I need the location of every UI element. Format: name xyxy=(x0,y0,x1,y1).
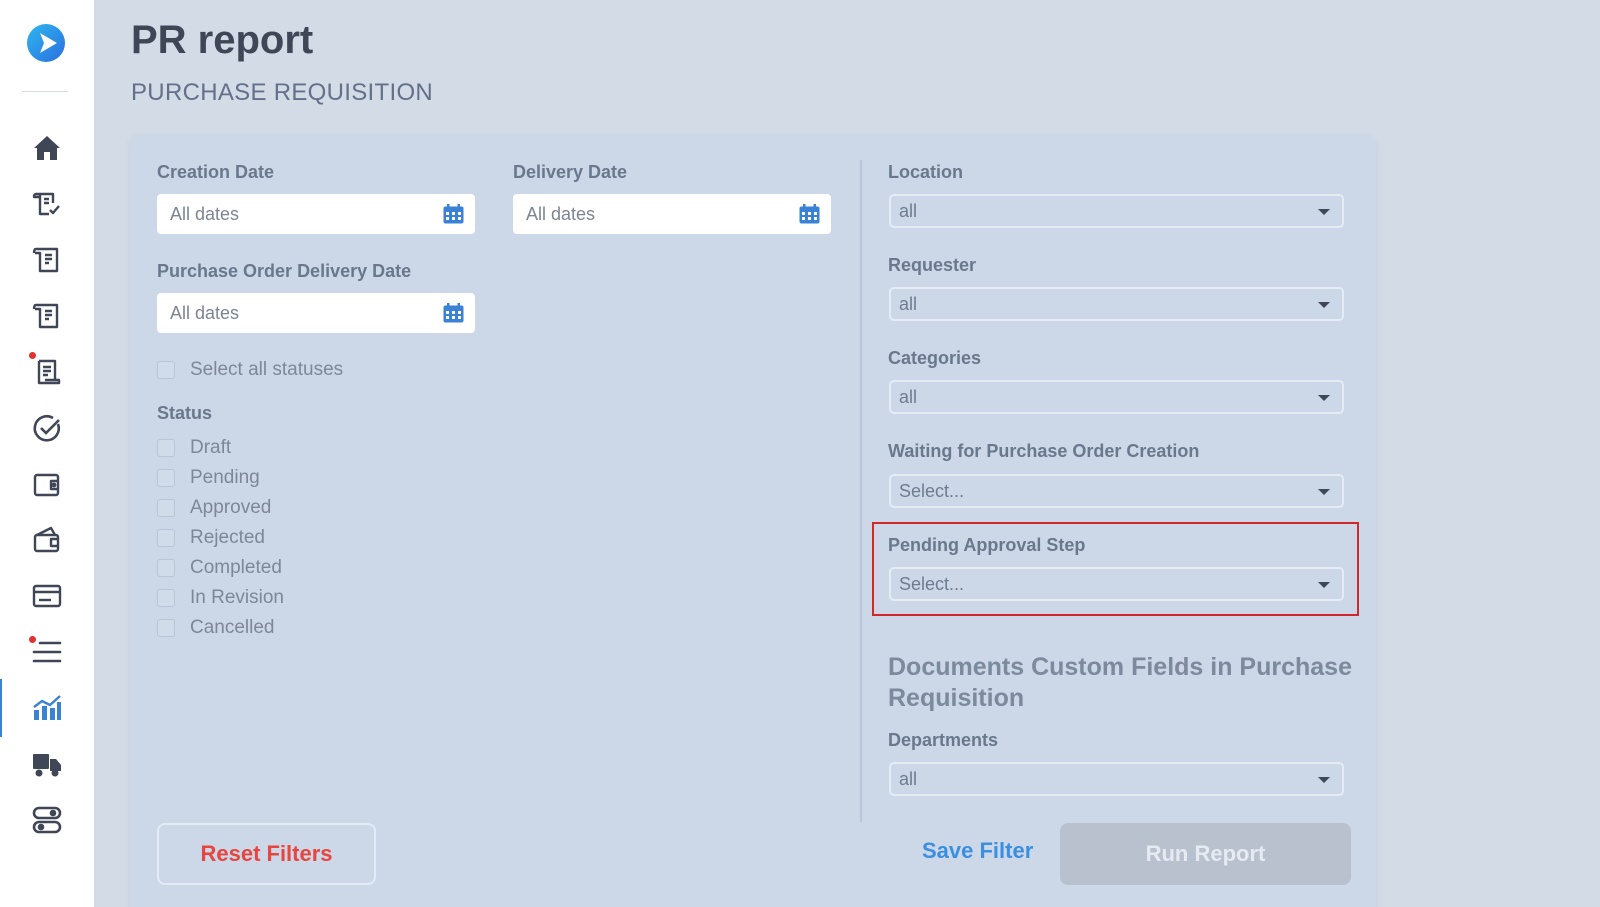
delivery-date-label: Delivery Date xyxy=(513,162,628,182)
sidebar-item-orders[interactable] xyxy=(0,291,94,341)
chevron-down-icon xyxy=(1318,777,1330,783)
document-icon xyxy=(32,247,59,273)
checkbox[interactable] xyxy=(157,469,175,487)
creation-date-input[interactable]: All dates xyxy=(157,194,475,234)
custom-fields-section-title: Documents Custom Fields in Purchase Requ… xyxy=(888,653,1352,712)
save-filter-button[interactable]: Save Filter xyxy=(922,838,1033,864)
toggle-icon xyxy=(32,806,62,834)
requester-label: Requester xyxy=(888,255,977,275)
status-checkbox-approved[interactable]: Approved xyxy=(157,497,271,519)
checkbox[interactable] xyxy=(157,361,175,379)
status-checkbox-completed[interactable]: Completed xyxy=(157,557,282,579)
chevron-down-icon xyxy=(1318,395,1330,401)
run-report-button[interactable]: Run Report xyxy=(1060,823,1351,885)
pending-approval-step-value: Select... xyxy=(899,573,965,594)
home-icon xyxy=(34,136,60,160)
sidebar-item-catalog[interactable] xyxy=(0,627,94,677)
notification-dot xyxy=(29,352,36,359)
categories-select[interactable]: all xyxy=(889,380,1344,414)
sidebar-item-suppliers[interactable] xyxy=(0,739,94,789)
location-value: all xyxy=(899,200,918,221)
notification-dot xyxy=(29,636,36,643)
departments-select[interactable]: all xyxy=(889,762,1344,796)
status-checkbox-in-revision[interactable]: In Revision xyxy=(157,587,284,609)
status-option-label: In Revision xyxy=(190,587,284,608)
status-checkbox-pending[interactable]: Pending xyxy=(157,467,260,489)
chevron-down-icon xyxy=(1318,489,1330,495)
calendar-icon[interactable] xyxy=(799,204,820,224)
truck-icon xyxy=(33,754,61,777)
po-delivery-date-input[interactable]: All dates xyxy=(157,293,475,333)
checkbox[interactable] xyxy=(157,439,175,457)
wallet-icon xyxy=(33,473,60,497)
waiting-po-label: Waiting for Purchase Order Creation xyxy=(888,441,1200,461)
categories-value: all xyxy=(899,386,918,407)
checkbox[interactable] xyxy=(157,619,175,637)
calendar-icon[interactable] xyxy=(443,204,464,224)
sidebar-item-cards[interactable] xyxy=(0,571,94,621)
departments-label: Departments xyxy=(888,730,999,750)
document-icon xyxy=(32,303,59,329)
po-delivery-date-label: Purchase Order Delivery Date xyxy=(157,261,412,281)
sidebar-item-settings[interactable] xyxy=(0,795,94,845)
checkbox[interactable] xyxy=(157,559,175,577)
select-all-statuses-checkbox[interactable]: Select all statuses xyxy=(157,359,343,381)
location-select[interactable]: all xyxy=(889,194,1344,228)
status-option-label: Cancelled xyxy=(190,617,275,638)
calendar-icon[interactable] xyxy=(443,303,464,323)
wallet-icon xyxy=(33,526,60,553)
delivery-date-input[interactable]: All dates xyxy=(513,194,831,234)
pending-approval-step-label: Pending Approval Step xyxy=(888,535,1086,555)
sidebar-item-budgets[interactable] xyxy=(0,459,94,509)
sidebar-item-invoices[interactable] xyxy=(0,347,94,397)
reset-filters-button[interactable]: Reset Filters xyxy=(157,823,376,885)
creation-date-label: Creation Date xyxy=(157,162,275,182)
location-label: Location xyxy=(888,162,963,182)
creation-date-value: All dates xyxy=(170,203,240,224)
app-logo-icon[interactable] xyxy=(27,24,65,62)
sidebar-item-payments[interactable] xyxy=(0,515,94,565)
column-divider xyxy=(860,160,862,822)
sidebar xyxy=(0,0,94,907)
po-delivery-date-value: All dates xyxy=(170,302,240,323)
chevron-down-icon xyxy=(1318,209,1330,215)
status-option-label: Completed xyxy=(190,557,282,578)
status-option-label: Rejected xyxy=(190,527,265,548)
list-icon xyxy=(32,641,62,663)
sidebar-divider xyxy=(22,91,68,92)
sidebar-item-reports[interactable] xyxy=(0,679,94,737)
requester-select[interactable]: all xyxy=(889,287,1344,321)
status-checkbox-draft[interactable]: Draft xyxy=(157,437,231,459)
sidebar-item-tasks[interactable] xyxy=(0,403,94,453)
document-check-icon xyxy=(32,192,60,216)
sidebar-item-requisitions[interactable] xyxy=(0,235,94,285)
delivery-date-value: All dates xyxy=(526,203,596,224)
chevron-down-icon xyxy=(1318,302,1330,308)
status-option-label: Pending xyxy=(190,467,260,488)
checkbox[interactable] xyxy=(157,589,175,607)
checkbox[interactable] xyxy=(157,529,175,547)
chevron-down-icon xyxy=(1318,582,1330,588)
check-circle-icon xyxy=(33,414,61,442)
pending-approval-step-select[interactable]: Select... xyxy=(889,567,1344,601)
document-notification-icon xyxy=(37,359,61,385)
waiting-po-value: Select... xyxy=(899,480,965,501)
status-option-label: Draft xyxy=(190,437,232,458)
select-all-statuses-label: Select all statuses xyxy=(190,359,344,380)
categories-label: Categories xyxy=(888,348,982,368)
status-checkbox-cancelled[interactable]: Cancelled xyxy=(157,617,275,639)
sidebar-item-approvals[interactable] xyxy=(0,179,94,229)
status-option-label: Approved xyxy=(190,497,272,518)
requester-value: all xyxy=(899,293,918,314)
card-icon xyxy=(32,584,62,608)
waiting-po-select[interactable]: Select... xyxy=(889,474,1344,508)
sidebar-item-home[interactable] xyxy=(0,123,94,173)
status-label: Status xyxy=(157,403,213,423)
page-title: PR report xyxy=(131,18,314,62)
departments-value: all xyxy=(899,768,918,789)
checkbox[interactable] xyxy=(157,499,175,517)
chart-icon xyxy=(33,695,61,720)
page-subtitle: PURCHASE REQUISITION xyxy=(131,79,434,106)
status-checkbox-rejected[interactable]: Rejected xyxy=(157,527,265,549)
